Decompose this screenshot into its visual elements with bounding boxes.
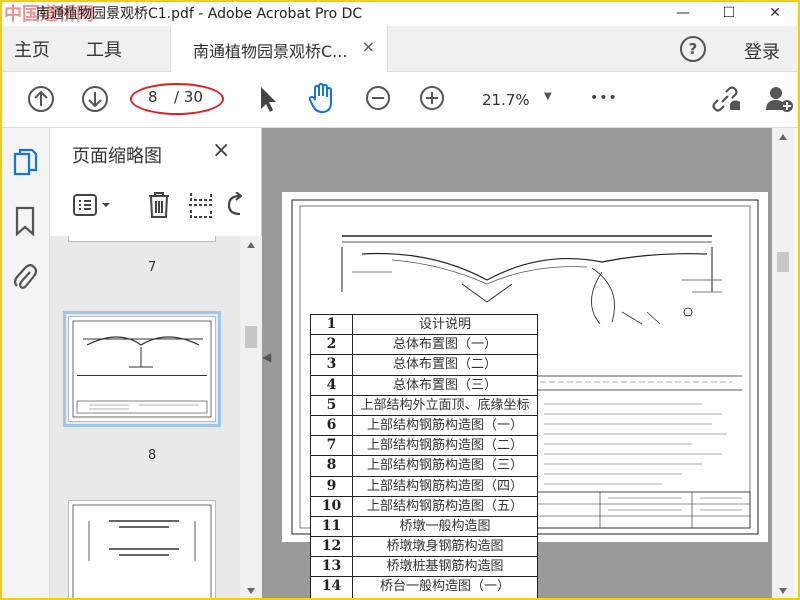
attachment-icon[interactable]: [12, 262, 38, 292]
thumbnail-scrollbar[interactable]: [240, 236, 262, 600]
drawing-name: 总体布置图（一）: [392, 337, 497, 353]
drawing-list-row: 6 上部结构钢筋构造图（一）: [311, 415, 537, 437]
drawing-list-row: 4 总体布置图（三）: [311, 375, 537, 396]
drawing-list-row: 12 桥墩墩身钢筋构造图: [311, 537, 537, 558]
collapse-panel-icon[interactable]: ◀: [262, 350, 276, 380]
drawing-number: 7: [311, 436, 353, 456]
thumbnail-options-icon[interactable]: [72, 192, 112, 218]
document-tab[interactable]: 南通植物园景观桥C... ×: [170, 26, 388, 72]
drawing-name: 上部结构钢筋构造图（三）: [366, 458, 523, 474]
drawing-list-row: 5 上部结构外立面顶、底缘坐标: [311, 395, 537, 416]
hand-tool-icon[interactable]: [306, 82, 338, 116]
thumbnail-page-9[interactable]: [68, 500, 216, 600]
chevron-down-icon: ▼: [544, 91, 552, 102]
minimize-button[interactable]: —: [660, 0, 706, 26]
drawing-list-row: 11 桥墩一般构造图: [311, 516, 537, 538]
drawing-list-row: 1 设计说明: [311, 315, 537, 336]
home-tab[interactable]: 主页: [14, 36, 50, 62]
drawing-list-row: 8 上部结构钢筋构造图（三）: [311, 456, 537, 477]
drawing-number: 4: [311, 375, 353, 395]
drawing-list-table: 1 设计说明 2 总体布置图（一） 3 总体布置图（二） 4 总体布置图（三） 5 上部结构外立面…: [310, 314, 538, 599]
select-tool-icon[interactable]: [256, 84, 280, 114]
drawing-number: 9: [311, 476, 353, 496]
bookmark-icon[interactable]: [14, 206, 36, 236]
page-number-highlight: [130, 83, 224, 115]
rotate-page-icon[interactable]: [226, 192, 242, 218]
drawing-number: 2: [311, 335, 353, 355]
drawing-name: 上部结构钢筋构造图（二）: [366, 438, 523, 454]
document-scrollbar[interactable]: [772, 128, 794, 600]
tools-tab[interactable]: 工具: [86, 36, 122, 62]
help-icon[interactable]: ?: [680, 36, 706, 62]
previous-page-icon[interactable]: [26, 84, 56, 114]
close-window-button[interactable]: ✕: [752, 0, 798, 26]
login-button[interactable]: 登录: [744, 38, 780, 64]
drawing-number: 3: [311, 355, 353, 375]
left-rail: [0, 128, 50, 600]
drawing-name: 桥墩桩基钢筋构造图: [386, 559, 504, 575]
drawing-list-row: 2 总体布置图（一）: [311, 335, 537, 356]
window-title: 南通植物园景观桥C1.pdf - Adobe Acrobat Pro DC: [36, 6, 363, 22]
drawing-list-row: 14 桥台一般构造图（一）: [311, 577, 537, 598]
drawing-name: 桥墩墩身钢筋构造图: [386, 539, 504, 555]
thumbnails-panel: 页面缩略图 × 7 8: [50, 128, 262, 600]
panel-toolbar: [50, 184, 262, 228]
thumbnail-label-7: 7: [148, 260, 157, 275]
drawing-number: 5: [311, 395, 353, 415]
drawing-name: 设计说明: [418, 317, 471, 332]
drawing-name: 桥台一般构造图（一）: [379, 579, 510, 595]
drawing-name: 桥墩一般构造图: [399, 518, 491, 534]
share-link-icon[interactable]: [710, 84, 742, 114]
drawing-number: 11: [311, 516, 353, 537]
drawing-name: 上部结构钢筋构造图（五）: [366, 498, 523, 514]
close-panel-icon[interactable]: ×: [212, 138, 230, 163]
thumbnail-list: 7 8: [50, 236, 240, 600]
drawing-list-row: 7 上部结构钢筋构造图（二）: [311, 436, 537, 457]
drawing-list-row: 10 上部结构钢筋构造图（五）: [311, 496, 537, 517]
title-bar: 中国道桥网 南通植物园景观桥C1.pdf - Adobe Acrobat Pro…: [0, 0, 800, 26]
more-tools-icon[interactable]: •••: [590, 90, 618, 106]
thumbnail-label-8: 8: [148, 448, 157, 463]
drawing-number: 10: [311, 496, 353, 516]
extract-page-icon[interactable]: [188, 190, 214, 220]
maximize-button[interactable]: ☐: [706, 0, 752, 26]
zoom-value: 21.7%: [482, 91, 530, 109]
drawing-name: 总体布置图（三）: [392, 377, 497, 393]
thumbnail-page-8[interactable]: [63, 311, 221, 427]
drawing-list-row: 9 上部结构钢筋构造图（四）: [311, 476, 537, 497]
drawing-name: 上部结构外立面顶、底缘坐标: [360, 397, 530, 413]
document-tab-label: 南通植物园景观桥C...: [193, 42, 348, 61]
drawing-name: 上部结构钢筋构造图（一）: [366, 417, 523, 433]
close-tab-icon[interactable]: ×: [362, 37, 375, 56]
zoom-out-icon[interactable]: [364, 84, 392, 112]
toolbar: 8 / 30 21.7% ▼ •••: [0, 72, 800, 128]
delete-page-icon[interactable]: [146, 190, 172, 220]
page-thumbnails-icon[interactable]: [12, 148, 38, 178]
drawing-name: 总体布置图（二）: [392, 357, 497, 373]
drawing-number: 13: [311, 557, 353, 577]
thumbnail-page-7[interactable]: [68, 236, 216, 242]
drawing-number: 14: [311, 577, 353, 598]
zoom-in-icon[interactable]: [418, 84, 446, 112]
drawing-number: 6: [311, 415, 353, 436]
next-page-icon[interactable]: [80, 84, 110, 114]
zoom-dropdown[interactable]: 21.7% ▼: [474, 86, 558, 114]
drawing-number: 12: [311, 537, 353, 557]
drawing-list-row: 13 桥墩桩基钢筋构造图: [311, 557, 537, 578]
drawing-number: 8: [311, 456, 353, 476]
drawing-list-row: 3 总体布置图（二）: [311, 355, 537, 376]
panel-title: 页面缩略图: [72, 146, 162, 167]
drawing-name: 上部结构钢筋构造图（四）: [366, 478, 523, 494]
drawing-number: 1: [311, 315, 353, 335]
add-user-icon[interactable]: [764, 84, 794, 114]
